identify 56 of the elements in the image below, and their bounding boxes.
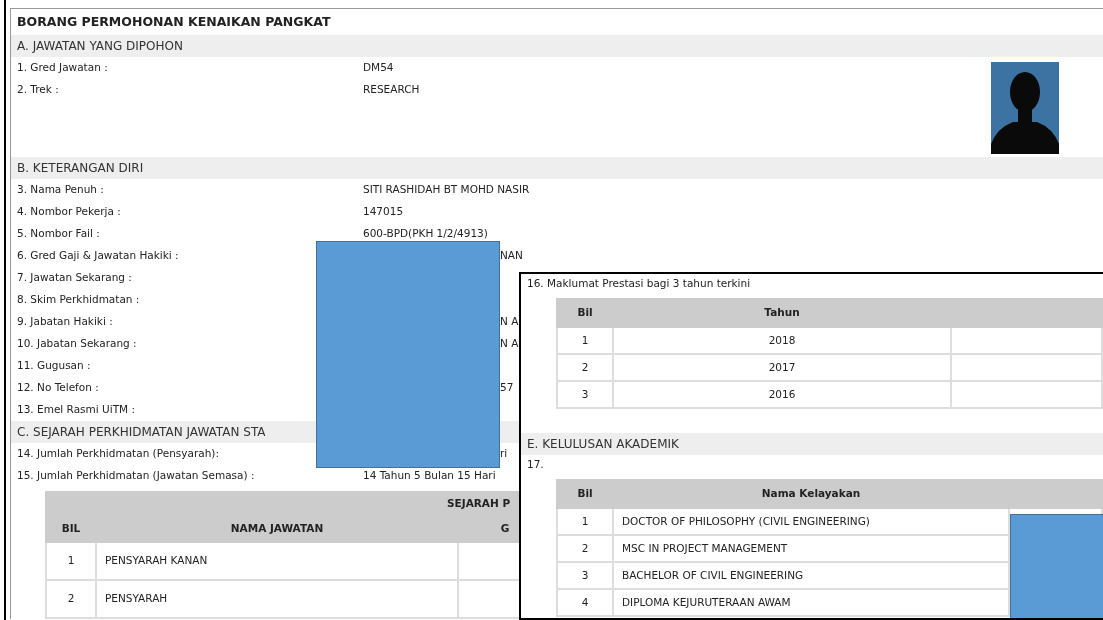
field-value: NAN bbox=[500, 248, 523, 261]
table-cell: 1 bbox=[557, 327, 613, 354]
field-label: 17. bbox=[526, 457, 545, 472]
field-label: 12. No Telefon : bbox=[17, 379, 100, 395]
form-title: BORANG PERMOHONAN KENAIKAN PANGKAT bbox=[16, 13, 332, 31]
table-cell: DIPLOMA KEJURUTERAAN AWAM bbox=[613, 589, 1009, 616]
column-header: Bil bbox=[557, 480, 613, 508]
field-label: 13. Emel Rasmi UiTM : bbox=[17, 401, 137, 417]
column-header: Bil bbox=[557, 299, 613, 327]
table-cell: PENSYARAH bbox=[96, 579, 458, 618]
field-label: 10. Jabatan Sekarang : bbox=[17, 335, 138, 351]
field-label: 5. Nombor Fail : bbox=[17, 225, 101, 241]
table-cell: 4 bbox=[557, 589, 613, 616]
field-label: 14. Jumlah Perkhidmatan (Pensyarah): bbox=[17, 445, 220, 461]
table-cell: 2 bbox=[46, 579, 96, 618]
field-value: DM54 bbox=[363, 60, 394, 73]
field-label: 11. Gugusan : bbox=[17, 357, 92, 373]
field-label: 2. Trek : bbox=[17, 81, 60, 97]
field-label: 8. Skim Perkhidmatan : bbox=[17, 291, 141, 307]
field-label: 16. Maklumat Prestasi bagi 3 tahun terkini bbox=[526, 276, 752, 291]
field-value: 14 Tahun 5 Bulan 15 Hari bbox=[363, 468, 496, 481]
table-cell: 2017 bbox=[613, 354, 951, 381]
table-cell: 2 bbox=[557, 535, 613, 562]
table-cell: MSC IN PROJECT MANAGEMENT bbox=[613, 535, 1009, 562]
table-cell: 2 bbox=[557, 354, 613, 381]
field-value: N A bbox=[500, 336, 519, 349]
table-cell: 1 bbox=[46, 541, 96, 580]
field-value: RESEARCH bbox=[363, 82, 420, 95]
column-header: Tahun bbox=[613, 299, 951, 327]
table-cell: DOCTOR OF PHILOSOPHY (CIVIL ENGINEERING) bbox=[613, 508, 1009, 535]
table-cell: 2018 bbox=[613, 327, 951, 354]
field-label: 7. Jawatan Sekarang : bbox=[17, 269, 133, 285]
field-label: 9. Jabatan Hakiki : bbox=[17, 313, 114, 329]
field-label: 1. Gred Jawatan : bbox=[17, 59, 109, 75]
field-label: 3. Nama Penuh : bbox=[17, 181, 105, 197]
table-cell: 3 bbox=[557, 562, 613, 589]
field-label: 6. Gred Gaji & Jawatan Hakiki : bbox=[17, 247, 180, 263]
column-header: BIL bbox=[46, 516, 96, 542]
field-value: SITI RASHIDAH BT MOHD NASIR bbox=[363, 182, 530, 195]
table-cell: BACHELOR OF CIVIL ENGINEERING bbox=[613, 562, 1009, 589]
section-heading: A. JAWATAN YANG DIPOHON bbox=[11, 34, 1103, 57]
column-header: Nama Kelayakan bbox=[613, 480, 1009, 508]
table-cell: 1 bbox=[557, 508, 613, 535]
table-cell: 2016 bbox=[613, 381, 951, 408]
field-value: ri bbox=[500, 446, 508, 459]
field-label: 15. Jumlah Perkhidmatan (Jawatan Semasa) : bbox=[17, 467, 256, 483]
section-heading: B. KETERANGAN DIRI bbox=[11, 156, 1103, 179]
table-cell: 3 bbox=[557, 381, 613, 408]
field-label: 4. Nombor Pekerja : bbox=[17, 203, 122, 219]
field-value: 147015 bbox=[363, 204, 404, 217]
field-value: 600-BPD(PKH 1/2/4913) bbox=[363, 226, 488, 239]
field-value: N A bbox=[500, 314, 519, 327]
field-value: 57 bbox=[500, 380, 514, 393]
table-cell: PENSYARAH KANAN bbox=[96, 541, 458, 580]
column-header: NAMA JAWATAN bbox=[96, 516, 458, 542]
section-heading: E. KELULUSAN AKADEMIK bbox=[521, 433, 1103, 455]
